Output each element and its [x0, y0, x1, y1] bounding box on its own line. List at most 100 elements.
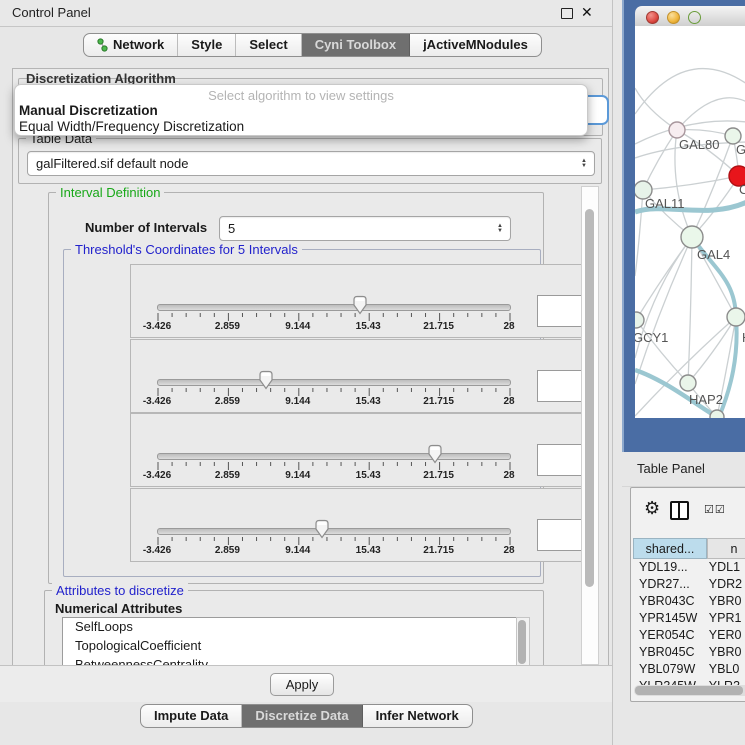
algorithm-option-manual[interactable]: Manual Discretization — [18, 103, 579, 118]
stepper-arrows-icon: ▲▼ — [577, 159, 594, 169]
cell-name: YER0 — [705, 627, 745, 644]
attribute-item-selfloops[interactable]: SelfLoops — [63, 618, 517, 637]
network-window: GAL80GACGAL11GAL4GCY1HHAP2 — [635, 6, 745, 418]
threshold-slider-track[interactable] — [157, 379, 511, 386]
network-node-label: GCY1 — [635, 330, 668, 345]
tab-network[interactable]: Network — [84, 34, 178, 56]
algorithm-dropdown-popup: Select algorithm to view settings Manual… — [14, 84, 588, 136]
slider-tick-label: 28 — [503, 396, 514, 407]
tab-label: Select — [249, 34, 287, 56]
table-row[interactable]: YDL19...YDL1 — [633, 559, 745, 576]
algorithm-option-equal-width[interactable]: Equal Width/Frequency Discretization — [18, 119, 579, 134]
zoom-traffic-light-icon[interactable] — [688, 11, 701, 24]
network-node-label: C — [739, 182, 745, 197]
table-row[interactable]: YER054CYER0 — [633, 627, 745, 644]
slider-tick-label: 2.859 — [215, 396, 240, 407]
table-row[interactable]: YBR043CYBR0 — [633, 593, 745, 610]
minimize-traffic-light-icon[interactable] — [667, 11, 680, 24]
tab-cyni-toolbox[interactable]: Cyni Toolbox — [302, 34, 410, 56]
slider-tick-label: 28 — [503, 321, 514, 332]
table-row[interactable]: YBR045CYBR0 — [633, 644, 745, 661]
close-traffic-light-icon[interactable] — [646, 11, 659, 24]
threshold-slider-thumb[interactable] — [427, 444, 443, 464]
thresholds-group: Threshold's Coordinates for 5 Intervals … — [63, 249, 541, 577]
apply-button[interactable]: Apply — [270, 673, 334, 696]
columns-icon[interactable] — [670, 501, 689, 520]
bottom-tab-discretize-data[interactable]: Discretize Data — [242, 705, 362, 727]
network-edge — [635, 88, 677, 130]
numerical-attributes-label: Numerical Attributes — [55, 601, 182, 616]
network-desktop: GAL80GACGAL11GAL4GCY1HHAP2 — [622, 0, 745, 452]
table-column-header-shared[interactable]: shared... — [633, 538, 707, 559]
network-node-label: GA — [736, 142, 745, 157]
threshold-slider-track[interactable] — [157, 528, 511, 535]
table-column-header-name[interactable]: n — [707, 538, 745, 559]
network-edge — [635, 237, 692, 384]
apply-bar: Apply — [0, 665, 612, 703]
cell-shared-name: YBR043C — [633, 593, 705, 610]
network-edge — [643, 176, 739, 190]
tab-label: jActiveMNodules — [423, 34, 528, 56]
select-columns-checkboxes-icon[interactable]: ☑☑ — [704, 503, 726, 516]
slider-tick-label: 2.859 — [215, 470, 240, 481]
slider-tick-label: 21.715 — [423, 321, 454, 332]
bottom-tab-label: Infer Network — [376, 705, 459, 727]
panel-vertical-scrollbar[interactable] — [581, 186, 599, 665]
threshold-slider-track[interactable] — [157, 304, 511, 311]
table-row[interactable]: YDR27...YDR2 — [633, 576, 745, 593]
table-row[interactable]: YBL079WYBL0 — [633, 661, 745, 678]
network-node-gcy1[interactable] — [635, 312, 644, 328]
table-row[interactable]: YLR345WYLR3 — [633, 678, 745, 685]
network-node-label: GAL11 — [645, 196, 685, 211]
network-canvas[interactable]: GAL80GACGAL11GAL4GCY1HHAP2 — [635, 26, 745, 418]
bottom-tab-label: Impute Data — [154, 705, 228, 727]
network-node-label: GAL80 — [679, 137, 719, 152]
threshold-slider-thumb[interactable] — [314, 519, 330, 539]
cell-name: YBL0 — [705, 661, 745, 678]
cell-name: YDL1 — [705, 559, 745, 576]
attribute-item-topologicalcoefficient[interactable]: TopologicalCoefficient — [63, 637, 517, 656]
network-node-gal4[interactable] — [681, 226, 703, 248]
table-card: ⚙ ☑☑ shared... n YDL19...YDL1YDR27...YDR… — [630, 487, 745, 702]
gear-icon[interactable]: ⚙ — [644, 498, 660, 519]
close-icon[interactable]: ✕ — [581, 4, 593, 16]
float-window-icon[interactable] — [561, 8, 573, 19]
tab-label: Network — [113, 34, 164, 56]
table-data-combobox[interactable]: galFiltered.sif default node ▲▼ — [27, 151, 595, 176]
tab-jactivemnodules[interactable]: jActiveMNodules — [410, 34, 541, 56]
threshold-slider-thumb[interactable] — [352, 295, 368, 315]
slider-tick-label: 15.43 — [356, 545, 381, 556]
algorithm-placeholder-option[interactable]: Select algorithm to view settings — [15, 88, 587, 103]
network-window-titlebar[interactable] — [635, 6, 745, 27]
slider-tick-label: 15.43 — [356, 470, 381, 481]
slider-tick-label: -3.426 — [143, 470, 171, 481]
cell-name: YPR1 — [705, 610, 745, 627]
interval-definition-group: Interval Definition Number of Intervals … — [48, 192, 544, 584]
tab-select[interactable]: Select — [236, 34, 301, 56]
stepper-arrows-icon: ▲▼ — [493, 224, 510, 234]
network-node-h[interactable] — [727, 308, 745, 326]
control-panel-title: Control Panel — [12, 5, 91, 20]
table-rows: YDL19...YDL1YDR27...YDR2YBR043CYBR0YPR14… — [633, 559, 745, 685]
cyni-mode-tabbar: Impute Data Discretize Data Infer Network — [140, 704, 473, 728]
threshold-slider-track[interactable] — [157, 453, 511, 460]
table-horizontal-scrollbar[interactable] — [634, 685, 745, 696]
slider-ticks — [157, 313, 511, 323]
network-node-label: GAL4 — [697, 247, 730, 262]
network-node[interactable] — [710, 410, 724, 418]
threshold-slider-thumb[interactable] — [258, 370, 274, 390]
bottom-tab-infer-network[interactable]: Infer Network — [363, 705, 472, 727]
cell-shared-name: YBR045C — [633, 644, 705, 661]
slider-tick-label: 9.144 — [285, 321, 310, 332]
tab-style[interactable]: Style — [178, 34, 236, 56]
num-intervals-combobox[interactable]: 5 ▲▼ — [219, 216, 511, 241]
network-node-gal80[interactable] — [669, 122, 685, 138]
table-row[interactable]: YPR145WYPR1 — [633, 610, 745, 627]
bottom-tab-area: Impute Data Discretize Data Infer Network — [0, 702, 612, 745]
table-data-combobox-value: galFiltered.sif default node — [28, 156, 577, 171]
network-node-hap2[interactable] — [680, 375, 696, 391]
slider-ticks — [157, 388, 511, 398]
slider-ticks — [157, 537, 511, 547]
cell-name: YDR2 — [705, 576, 745, 593]
bottom-tab-impute-data[interactable]: Impute Data — [141, 705, 242, 727]
